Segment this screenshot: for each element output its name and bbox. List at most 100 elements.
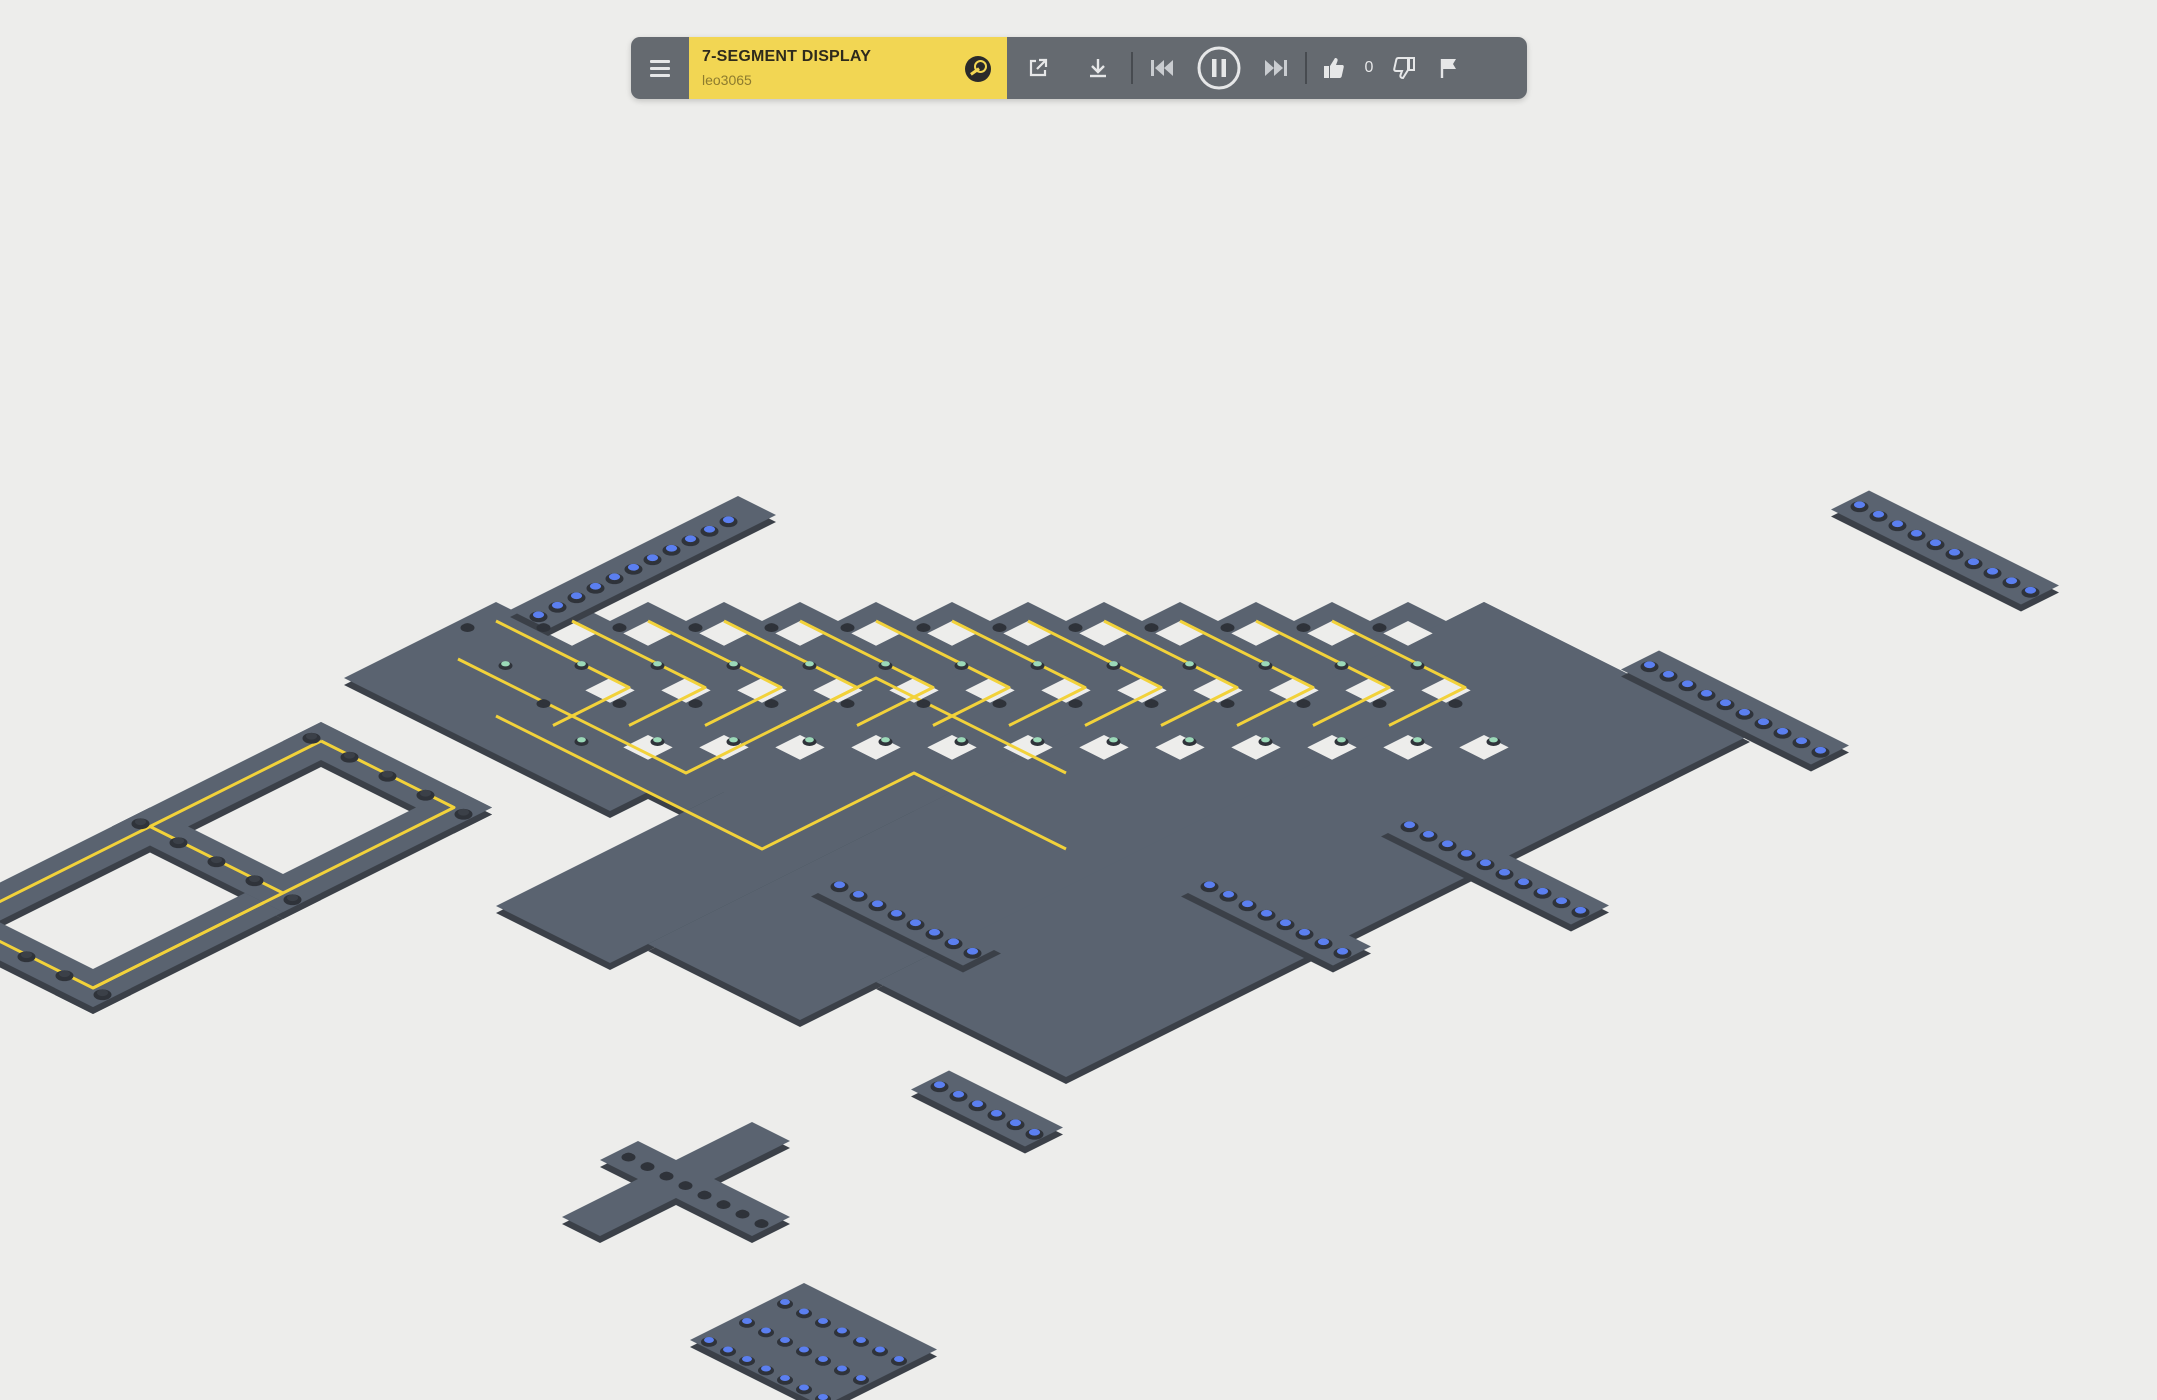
logic-node-core [1413, 737, 1422, 743]
logic-circuit-board[interactable] [344, 602, 1750, 1084]
input-node-core [1643, 661, 1656, 669]
input-node-core [1441, 840, 1454, 848]
output-indicator-core [742, 1355, 752, 1363]
report-button[interactable] [1427, 37, 1473, 99]
input-node-core [971, 1100, 984, 1108]
logic-node-core [805, 661, 814, 667]
pause-button[interactable] [1187, 37, 1251, 99]
input-node-core [1872, 510, 1885, 518]
input-node-core [1009, 1119, 1022, 1127]
display-socket-core [248, 875, 261, 883]
output-indicator-core [856, 1336, 866, 1344]
tester-node-core [700, 1190, 709, 1196]
input-node-core [1986, 567, 1999, 575]
input-node-core [2024, 586, 2037, 594]
input-node-core [627, 563, 640, 571]
input-node-core [703, 525, 716, 533]
output-indicator-core [818, 1317, 828, 1325]
menu-icon [650, 59, 670, 77]
input-node-core [1460, 849, 1473, 857]
logic-node-core [653, 737, 662, 743]
menu-button[interactable] [631, 37, 689, 99]
tester-output-board[interactable] [690, 1283, 937, 1400]
puzzle-title-card[interactable]: 7-SEGMENT DISPLAY leo3065 [689, 37, 1007, 99]
logic-node-core [1071, 699, 1080, 705]
output-indicator-core [723, 1346, 733, 1353]
input-node-core [1241, 900, 1254, 908]
output-indicator-core [894, 1355, 904, 1363]
input-node-core [947, 938, 960, 946]
input-node-core [1795, 737, 1808, 745]
input-node-core [1403, 821, 1416, 829]
input-node-core [890, 909, 903, 917]
game-board-scene[interactable] [0, 0, 2157, 1400]
input-node-core [1422, 830, 1435, 838]
logic-node-core [1147, 623, 1156, 629]
puzzle-author: leo3065 [702, 72, 752, 88]
display-socket-core [419, 789, 432, 797]
input-node-core [1298, 928, 1311, 936]
input-node-core [1910, 529, 1923, 537]
logic-node-core [577, 661, 586, 667]
logic-node-core [1071, 623, 1080, 629]
input-node-core [665, 544, 678, 552]
output-indicator-core [799, 1384, 809, 1391]
input-node-core [1948, 548, 1961, 556]
like-button[interactable] [1311, 37, 1357, 99]
input-node-core [1719, 699, 1732, 707]
logic-node-core [767, 699, 776, 705]
logic-node-core [1185, 661, 1194, 667]
output-indicator-core [875, 1346, 885, 1353]
output-indicator-core [837, 1365, 847, 1372]
steam-icon[interactable] [965, 56, 991, 82]
skip-forward-icon [1265, 60, 1287, 76]
input-node-core [551, 601, 564, 609]
input-node-core [2005, 577, 2018, 585]
logic-node-core [1337, 661, 1346, 667]
skip-back-icon [1151, 60, 1173, 76]
logic-node-core [1299, 623, 1308, 629]
input-node-core [990, 1109, 1003, 1117]
logic-node-core [957, 737, 966, 743]
display-socket-core [134, 818, 147, 826]
output-indicator-core [818, 1355, 828, 1363]
download-icon [1090, 59, 1106, 78]
display-socket-core [343, 751, 356, 759]
logic-node-core [691, 623, 700, 629]
input-node-core [1279, 919, 1292, 927]
output-indicator-core [856, 1374, 866, 1382]
pause-icon [1197, 46, 1241, 90]
input-node-core [1681, 680, 1694, 688]
share-button[interactable] [1007, 37, 1069, 99]
logic-node-core [1375, 699, 1384, 705]
display-socket-core [58, 970, 71, 978]
input-node-core [1853, 501, 1866, 509]
input-node-core [1479, 859, 1492, 867]
input-node-core [646, 554, 659, 562]
logic-node-core [1223, 699, 1232, 705]
rewind-button[interactable] [1137, 37, 1187, 99]
dislike-button[interactable] [1381, 37, 1427, 99]
input-node-core [1336, 947, 1349, 955]
output-indicator-core [799, 1346, 809, 1353]
input-node-core [1776, 727, 1789, 735]
logic-node-core [1109, 737, 1118, 743]
logic-node-core [1033, 737, 1042, 743]
circuit-boards[interactable] [0, 490, 2059, 1400]
input-node-core [1757, 718, 1770, 726]
logic-node-core [767, 623, 776, 629]
tester-node-core [738, 1209, 747, 1215]
output-indicator-core [742, 1317, 752, 1325]
download-button[interactable] [1069, 37, 1127, 99]
logic-node-core [881, 737, 890, 743]
output-indicator-core [818, 1393, 828, 1400]
board-tile [690, 1283, 937, 1400]
tester-node-core [719, 1200, 728, 1206]
input-node-core [532, 611, 545, 619]
logic-node-core [1375, 623, 1384, 629]
logic-node-core [653, 661, 662, 667]
fast-forward-button[interactable] [1251, 37, 1301, 99]
seven-segment-board[interactable] [0, 722, 492, 1014]
output-indicator-core [799, 1308, 809, 1315]
logic-node-core [1223, 623, 1232, 629]
